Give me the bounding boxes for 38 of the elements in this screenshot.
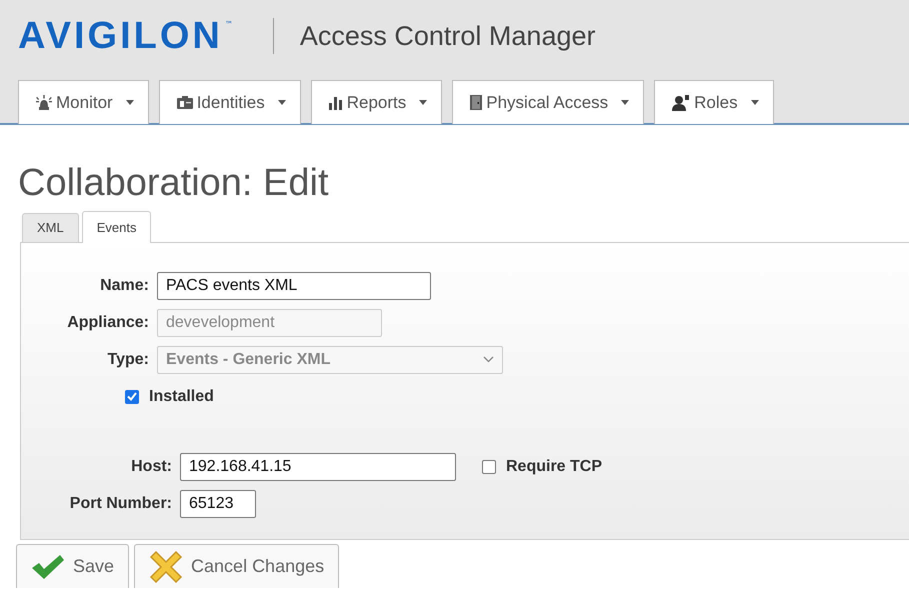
caret-icon [278, 100, 286, 105]
nav-menu[interactable]: Monitor [18, 80, 149, 124]
input-field[interactable]: 192.168.41.15 [180, 452, 456, 480]
trademark: ™ [224, 20, 233, 29]
save-button[interactable]: Save [16, 544, 130, 588]
nav-menu[interactable]: Roles [654, 80, 774, 124]
nav-menu[interactable]: Reports [310, 80, 442, 124]
caret-icon [750, 100, 759, 105]
field-label: Host: [130, 458, 173, 476]
field-label: Port Number: [68, 494, 173, 512]
tab[interactable]: XML [22, 213, 79, 242]
field-label: Name: [99, 276, 150, 294]
page-title: Collaboration: Edit [18, 161, 330, 205]
checkbox[interactable] [482, 460, 496, 474]
tab[interactable]: Events [82, 211, 152, 243]
caret-icon [621, 100, 630, 105]
caret-icon [126, 100, 134, 105]
checkbox-label: Installed [149, 388, 214, 406]
checkbox[interactable] [125, 390, 139, 404]
id-badge-icon [176, 95, 194, 110]
checkmark-icon [31, 554, 65, 580]
app-title: Access Control Manager [300, 20, 596, 52]
checkbox-label: Require TCP [506, 458, 602, 476]
logo: AVIGILON [18, 14, 223, 58]
chevron-icon [483, 356, 494, 363]
alarm-light-icon [35, 94, 53, 110]
input-field[interactable]: PACS events XML [157, 272, 431, 300]
person-icon [671, 94, 692, 110]
door-icon [469, 94, 484, 111]
cancel-button[interactable]: Cancel Changes [134, 544, 340, 588]
caret-icon [419, 100, 428, 105]
input-field[interactable]: 65123 [180, 490, 256, 518]
nav-menu[interactable]: Physical Access [452, 80, 644, 124]
field-label: Type: [106, 350, 150, 368]
nav-menu[interactable]: Identities [158, 80, 301, 124]
field-label: Appliance: [66, 314, 150, 332]
x-icon [149, 550, 184, 584]
bar-chart-icon [328, 95, 344, 110]
